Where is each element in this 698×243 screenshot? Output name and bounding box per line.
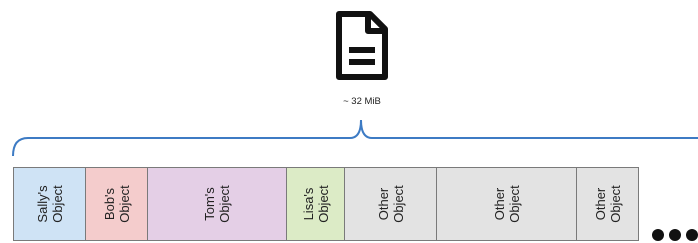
grouping-brace: [12, 119, 698, 157]
ellipsis-icon: [652, 229, 698, 241]
object-block: Other Object: [577, 167, 639, 241]
object-label: Other Object: [491, 185, 522, 223]
document-icon: [336, 11, 388, 80]
object-label: Other Object: [592, 185, 623, 223]
object-label: Other Object: [375, 185, 406, 223]
object-block: Other Object: [345, 167, 437, 241]
object-strip: Sally's Object Bob's Object Tom's Object…: [0, 167, 698, 243]
object-label: Sally's Object: [34, 185, 65, 223]
object-block: Lisa's Object: [287, 167, 345, 241]
object-block: Sally's Object: [13, 167, 86, 241]
object-label: Bob's Object: [101, 185, 132, 223]
object-block: Tom's Object: [148, 167, 287, 241]
object-label: Lisa's Object: [300, 185, 331, 223]
object-block: Bob's Object: [86, 167, 148, 241]
object-block: Other Object: [437, 167, 577, 241]
object-label: Tom's Object: [201, 185, 232, 223]
